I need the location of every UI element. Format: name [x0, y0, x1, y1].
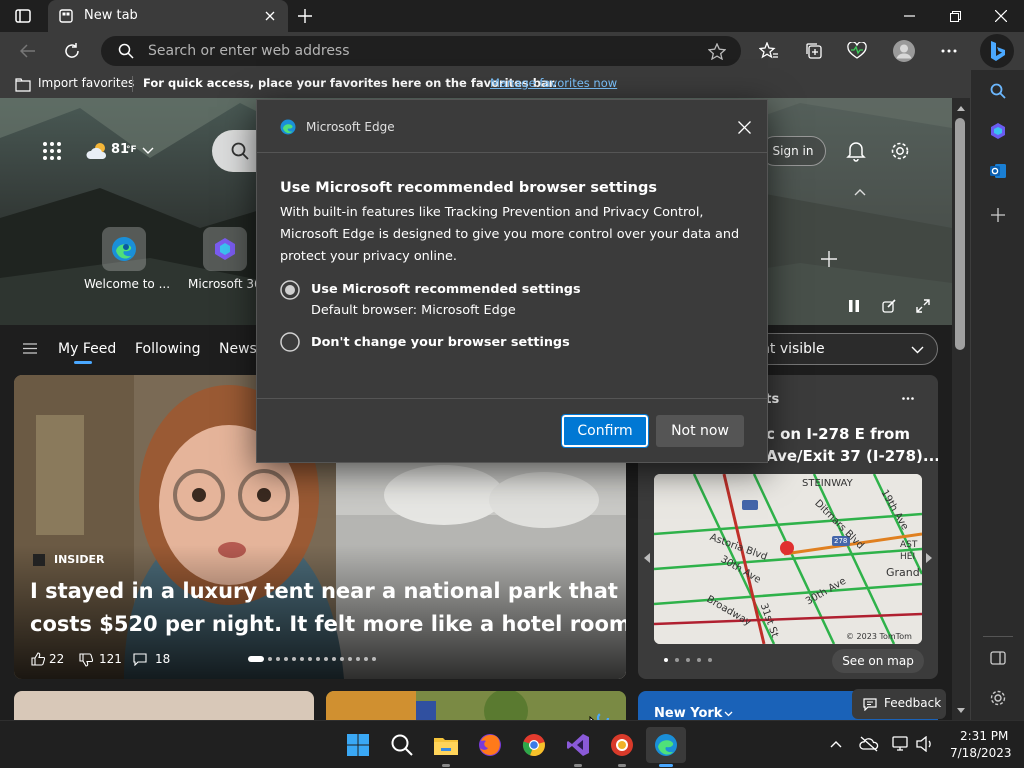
not-now-button[interactable]: Not now [656, 415, 744, 447]
chrome-icon[interactable] [518, 729, 550, 761]
dialog-body-line2: Microsoft Edge is designed to give you m… [280, 227, 740, 242]
firefox-icon[interactable] [474, 729, 506, 761]
confirm-label: Confirm [577, 423, 633, 439]
taskbar: 2:31 PM 7/18/2023 [0, 720, 1024, 768]
tray-volume-icon[interactable] [914, 735, 936, 753]
dialog-overlay: Microsoft Edge Use Microsoft recommended… [0, 0, 1024, 720]
dialog-close-icon[interactable] [735, 118, 753, 136]
tray-network-icon[interactable] [890, 735, 912, 753]
dialog-title: Use Microsoft recommended browser settin… [280, 180, 658, 196]
dialog-header-divider [257, 152, 767, 153]
option-dont-change-label[interactable]: Don't change your browser settings [311, 335, 570, 350]
dialog-body-line3: protect your privacy online. [280, 249, 457, 264]
option-recommended-label[interactable]: Use Microsoft recommended settings [311, 282, 581, 297]
chrome-running-indicator [618, 764, 626, 767]
option-recommended-radio[interactable] [280, 280, 300, 300]
tray-cloud-offline-icon[interactable] [858, 735, 880, 753]
dialog-app-name: Microsoft Edge [306, 120, 395, 134]
dialog-edge-logo-icon [279, 118, 297, 136]
dialog-footer-divider [257, 398, 767, 399]
vs-running-indicator [574, 764, 582, 767]
visual-studio-icon[interactable] [562, 729, 594, 761]
dialog-body-line1: With built-in features like Tracking Pre… [280, 205, 704, 220]
option-dont-change-radio[interactable] [280, 332, 300, 352]
file-explorer-icon[interactable] [430, 729, 462, 761]
confirm-button[interactable]: Confirm [561, 414, 649, 448]
taskbar-time[interactable]: 2:31 PM [960, 729, 1008, 743]
taskbar-search-icon[interactable] [386, 729, 418, 761]
taskbar-date[interactable]: 7/18/2023 [950, 746, 1012, 760]
option-recommended-sub: Default browser: Microsoft Edge [311, 303, 516, 318]
explorer-running-indicator [442, 764, 450, 767]
chrome-variant-icon[interactable] [606, 729, 638, 761]
taskbar-edge-icon[interactable] [646, 727, 686, 763]
start-windows-icon[interactable] [342, 729, 374, 761]
browser-settings-dialog: Microsoft Edge Use Microsoft recommended… [256, 99, 768, 463]
edge-active-indicator [659, 764, 673, 767]
not-now-label: Not now [671, 423, 729, 439]
tray-overflow-chevron-icon[interactable] [828, 737, 844, 751]
